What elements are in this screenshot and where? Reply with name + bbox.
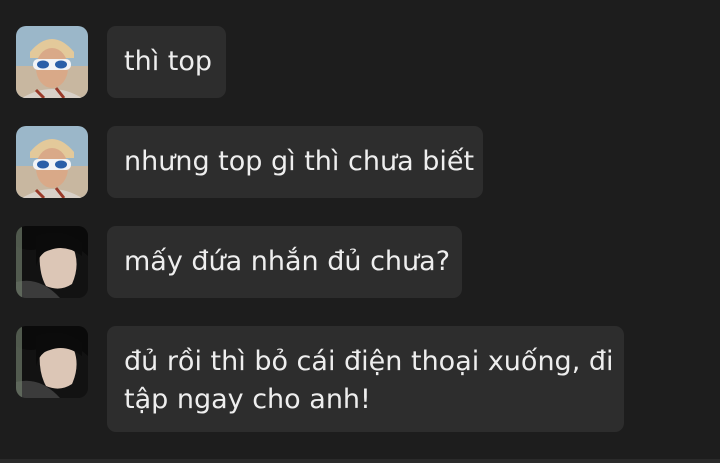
message-bubble[interactable]: mấy đứa nhắn đủ chưa? [107,226,462,298]
message-bubble[interactable]: thì top [107,26,226,98]
avatar-profile-icon[interactable] [16,326,88,398]
message-text: nhưng top gì thì chưa biết [124,146,475,177]
avatar-sunglasses-icon[interactable] [16,26,88,98]
chat-thread: thì top nhưng top gì thì chưa biết mấy đ… [0,0,720,463]
message-text: mấy đứa nhắn đủ chưa? [124,246,451,277]
divider [0,459,720,463]
avatar-profile-icon[interactable] [16,226,88,298]
message-text-line-2: tập ngay cho anh! [124,384,371,415]
message-text: thì top [124,46,213,77]
avatar-sunglasses-icon[interactable] [16,126,88,198]
message-bubble[interactable]: nhưng top gì thì chưa biết [107,126,483,198]
message-text-line-1: đủ rồi thì bỏ cái điện thoại xuống, đi [124,346,614,377]
message-bubble[interactable]: đủ rồi thì bỏ cái điện thoại xuống, đi t… [107,326,624,432]
